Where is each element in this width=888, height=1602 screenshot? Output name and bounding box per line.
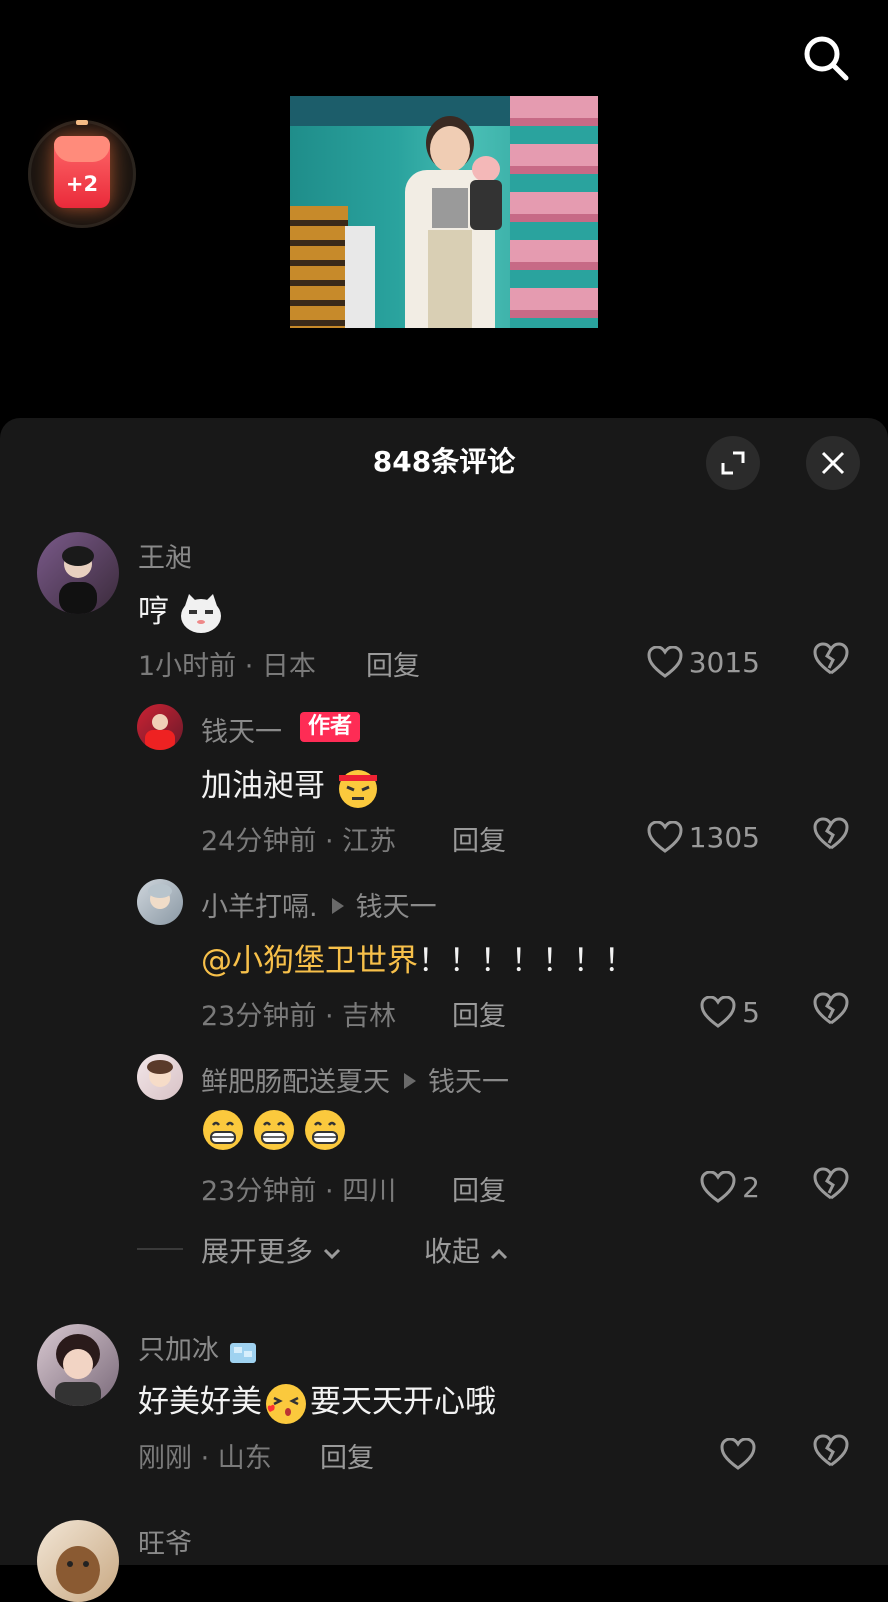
like-count: 2 bbox=[742, 1170, 760, 1204]
dislike-button[interactable] bbox=[812, 1167, 852, 1207]
reply-time-location: 24分钟前 · 江苏 bbox=[201, 826, 397, 857]
like-button[interactable]: 3015 bbox=[640, 642, 760, 682]
expand-more-label: 展开更多 bbox=[201, 1235, 314, 1268]
kiss-emoji-icon bbox=[266, 1383, 306, 1424]
comments-sheet: 848条评论 王昶 哼 1小时前 · 日本 回复 3015 钱天一 作者 加油昶… bbox=[0, 418, 888, 1602]
reply-text-content: 加油昶哥 bbox=[201, 768, 325, 804]
avatar[interactable] bbox=[37, 1520, 119, 1602]
avatar[interactable] bbox=[137, 1054, 183, 1100]
comment-username-text: 只加冰 bbox=[138, 1335, 219, 1366]
mention-link[interactable]: @小狗堡卫世界 bbox=[201, 943, 418, 979]
comment-time-location: 刚刚 · 山东 bbox=[138, 1443, 272, 1474]
reply-username[interactable]: 鲜肥肠配送夏天 钱天一 bbox=[201, 1060, 509, 1099]
avatar[interactable] bbox=[37, 532, 119, 614]
like-count: 3015 bbox=[688, 645, 760, 679]
heart-icon bbox=[647, 646, 683, 678]
comment-text-content: 好美好美 bbox=[138, 1384, 262, 1420]
comment-username[interactable]: 旺爷 bbox=[138, 1522, 192, 1561]
reply-text: @小狗堡卫世界！！！！！！！ bbox=[201, 935, 635, 980]
broken-heart-icon bbox=[813, 1434, 849, 1467]
broken-heart-icon bbox=[813, 1167, 849, 1200]
red-packet-label: +2 bbox=[65, 172, 99, 196]
dislike-button[interactable] bbox=[812, 642, 852, 682]
reply-username-text: 小羊打嗝. bbox=[201, 892, 318, 923]
avatar[interactable] bbox=[137, 704, 183, 750]
like-button[interactable] bbox=[716, 1434, 762, 1474]
heart-icon bbox=[720, 1438, 756, 1470]
heart-icon bbox=[700, 996, 736, 1028]
reply-text-content: ！！！！！！！ bbox=[418, 943, 635, 979]
reply-to-arrow-icon bbox=[404, 1073, 416, 1089]
author-badge: 作者 bbox=[300, 712, 361, 742]
reply-text: 加油昶哥 bbox=[201, 760, 381, 809]
expand-button[interactable] bbox=[706, 436, 760, 490]
reply-to-username[interactable]: 钱天一 bbox=[428, 1067, 509, 1098]
like-count: 5 bbox=[742, 995, 760, 1029]
dislike-button[interactable] bbox=[812, 817, 852, 857]
reply-time-location: 23分钟前 · 吉林 bbox=[201, 1001, 397, 1032]
video-thumbnail[interactable] bbox=[290, 96, 598, 328]
reply-button[interactable]: 回复 bbox=[452, 819, 506, 858]
reply-time-location: 23分钟前 · 四川 bbox=[201, 1176, 397, 1207]
cat-emoji-icon bbox=[180, 593, 221, 633]
like-button[interactable]: 2 bbox=[680, 1167, 760, 1207]
comment-username[interactable]: 只加冰 bbox=[138, 1328, 258, 1367]
avatar[interactable] bbox=[137, 879, 183, 925]
comment-text-content-2: 要天天开心哦 bbox=[310, 1384, 496, 1420]
comment-text-content: 哼 bbox=[138, 594, 169, 630]
collapse-button[interactable]: 收起 bbox=[424, 1230, 509, 1270]
heart-icon bbox=[647, 821, 683, 853]
close-button[interactable] bbox=[806, 436, 860, 490]
reply-to-arrow-icon bbox=[331, 898, 344, 914]
grin-emoji-icon bbox=[203, 1110, 345, 1150]
search-icon[interactable] bbox=[798, 30, 854, 86]
expand-icon bbox=[721, 451, 745, 475]
avatar[interactable] bbox=[37, 1324, 119, 1406]
comment-time-location: 1小时前 · 日本 bbox=[138, 651, 316, 682]
reply-to-username[interactable]: 钱天一 bbox=[356, 892, 437, 923]
ice-cube-icon bbox=[229, 1342, 256, 1363]
video-area: +2 bbox=[0, 0, 888, 420]
reply-username[interactable]: 钱天一 bbox=[201, 710, 282, 749]
broken-heart-icon bbox=[813, 992, 849, 1025]
reply-button[interactable]: 回复 bbox=[320, 1436, 374, 1475]
reply-username[interactable]: 小羊打嗝. 钱天一 bbox=[201, 885, 437, 924]
like-button[interactable]: 1305 bbox=[640, 817, 760, 857]
broken-heart-icon bbox=[813, 642, 849, 675]
thread-divider bbox=[137, 1248, 183, 1250]
reply-username-text: 鲜肥肠配送夏天 bbox=[201, 1067, 390, 1098]
red-packet-cap bbox=[76, 120, 88, 125]
reply-button[interactable]: 回复 bbox=[452, 994, 506, 1033]
reply-button[interactable]: 回复 bbox=[366, 644, 420, 683]
reply-text bbox=[201, 1108, 351, 1160]
like-button[interactable]: 5 bbox=[680, 992, 760, 1032]
collapse-label: 收起 bbox=[424, 1235, 481, 1268]
chevron-up-icon bbox=[490, 1248, 507, 1260]
comment-text: 哼 bbox=[138, 586, 223, 634]
chevron-down-icon bbox=[323, 1248, 340, 1260]
broken-heart-icon bbox=[813, 817, 849, 850]
comment-text: 好美好美 要天天开心哦 bbox=[138, 1376, 496, 1426]
red-packet-button[interactable]: +2 bbox=[28, 120, 136, 228]
determined-emoji-icon bbox=[338, 769, 377, 808]
close-icon bbox=[821, 451, 845, 475]
dislike-button[interactable] bbox=[812, 992, 852, 1032]
dislike-button[interactable] bbox=[812, 1434, 852, 1474]
heart-icon bbox=[700, 1171, 736, 1203]
expand-more-button[interactable]: 展开更多 bbox=[201, 1230, 342, 1270]
comment-username[interactable]: 王昶 bbox=[138, 536, 192, 575]
like-count: 1305 bbox=[688, 820, 760, 854]
reply-button[interactable]: 回复 bbox=[452, 1169, 506, 1208]
